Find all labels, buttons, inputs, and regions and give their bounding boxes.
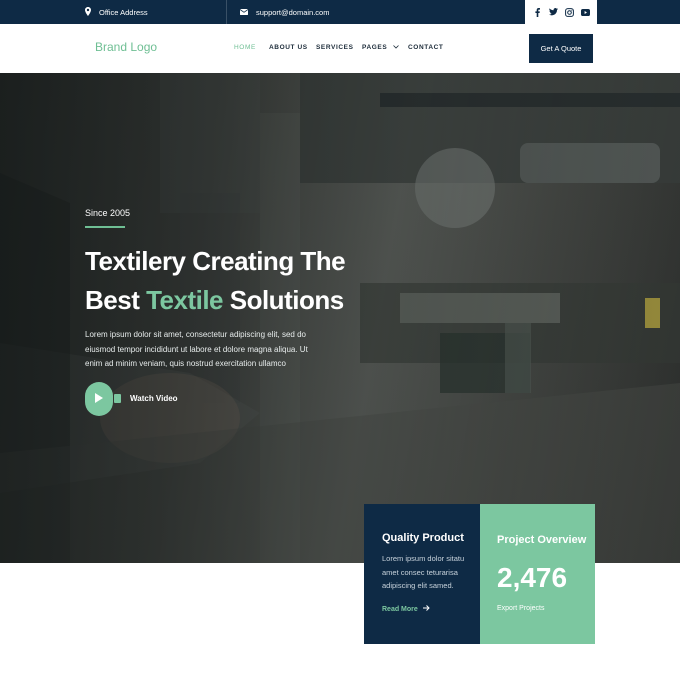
top-bar: Office Address support@domain.com	[0, 0, 680, 24]
read-more-link[interactable]: Read More	[382, 605, 430, 613]
project-count: 2,476	[497, 562, 568, 593]
hero-description: Lorem ipsum dolor sit amet, consectetur …	[85, 330, 308, 368]
chevron-down-icon	[392, 44, 399, 51]
play-icon	[95, 390, 103, 408]
address-text: Office Address	[99, 7, 148, 17]
facebook-icon[interactable]	[531, 6, 543, 18]
since-underline	[85, 226, 125, 228]
get-a-quote-button[interactable]: Get A Quote	[529, 34, 593, 63]
location-pin-icon	[85, 6, 99, 18]
headline-line-1: Textilery Creating The	[85, 246, 346, 276]
since-label: Since 2005	[85, 208, 131, 218]
headline-accent: Textile	[146, 285, 224, 315]
nav-item-contact[interactable]: CONTACT	[408, 44, 444, 51]
address-info[interactable]: Office Address	[85, 0, 148, 24]
brand-logo[interactable]: Brand Logo	[95, 40, 157, 54]
nav-item-about-us[interactable]: ABOUT US	[269, 44, 308, 51]
project-overview-title: Project Overview	[497, 534, 587, 546]
arrow-right-icon	[422, 605, 430, 613]
nav-item-services[interactable]: SERVICES	[316, 44, 354, 51]
nav-item-pages-label: PAGES	[362, 44, 388, 51]
hero-headline: Textilery Creating The Best Textile Solu…	[85, 242, 346, 320]
email-info[interactable]: support@domain.com	[239, 0, 330, 24]
quality-product-title: Quality Product	[382, 532, 464, 544]
topbar-divider	[226, 0, 227, 24]
instagram-icon[interactable]	[563, 6, 575, 18]
email-text: support@domain.com	[256, 7, 330, 17]
export-projects-label: Export Projects	[497, 605, 545, 612]
envelope-icon	[239, 8, 256, 17]
twitter-icon[interactable]	[547, 6, 559, 18]
headline-post: Solutions	[223, 285, 344, 315]
video-icon	[114, 394, 121, 403]
watch-video-label[interactable]: Watch Video	[130, 394, 178, 403]
read-more-label: Read More	[382, 606, 418, 613]
headline-pre: Best	[85, 285, 147, 315]
nav-item-pages[interactable]: PAGES	[362, 44, 399, 51]
social-links	[525, 0, 597, 24]
quality-product-text: Lorem ipsum dolor sitatu amet consec tet…	[382, 554, 465, 590]
project-overview-card: Project Overview 2,476 Export Projects	[480, 504, 595, 644]
play-video-button[interactable]	[85, 382, 113, 416]
quality-product-card: Quality Product Lorem ipsum dolor sitatu…	[364, 504, 480, 644]
headline-line-2: Best Textile Solutions	[85, 281, 345, 320]
nav-item-home[interactable]: HOME	[234, 44, 256, 51]
youtube-icon[interactable]	[579, 6, 591, 18]
